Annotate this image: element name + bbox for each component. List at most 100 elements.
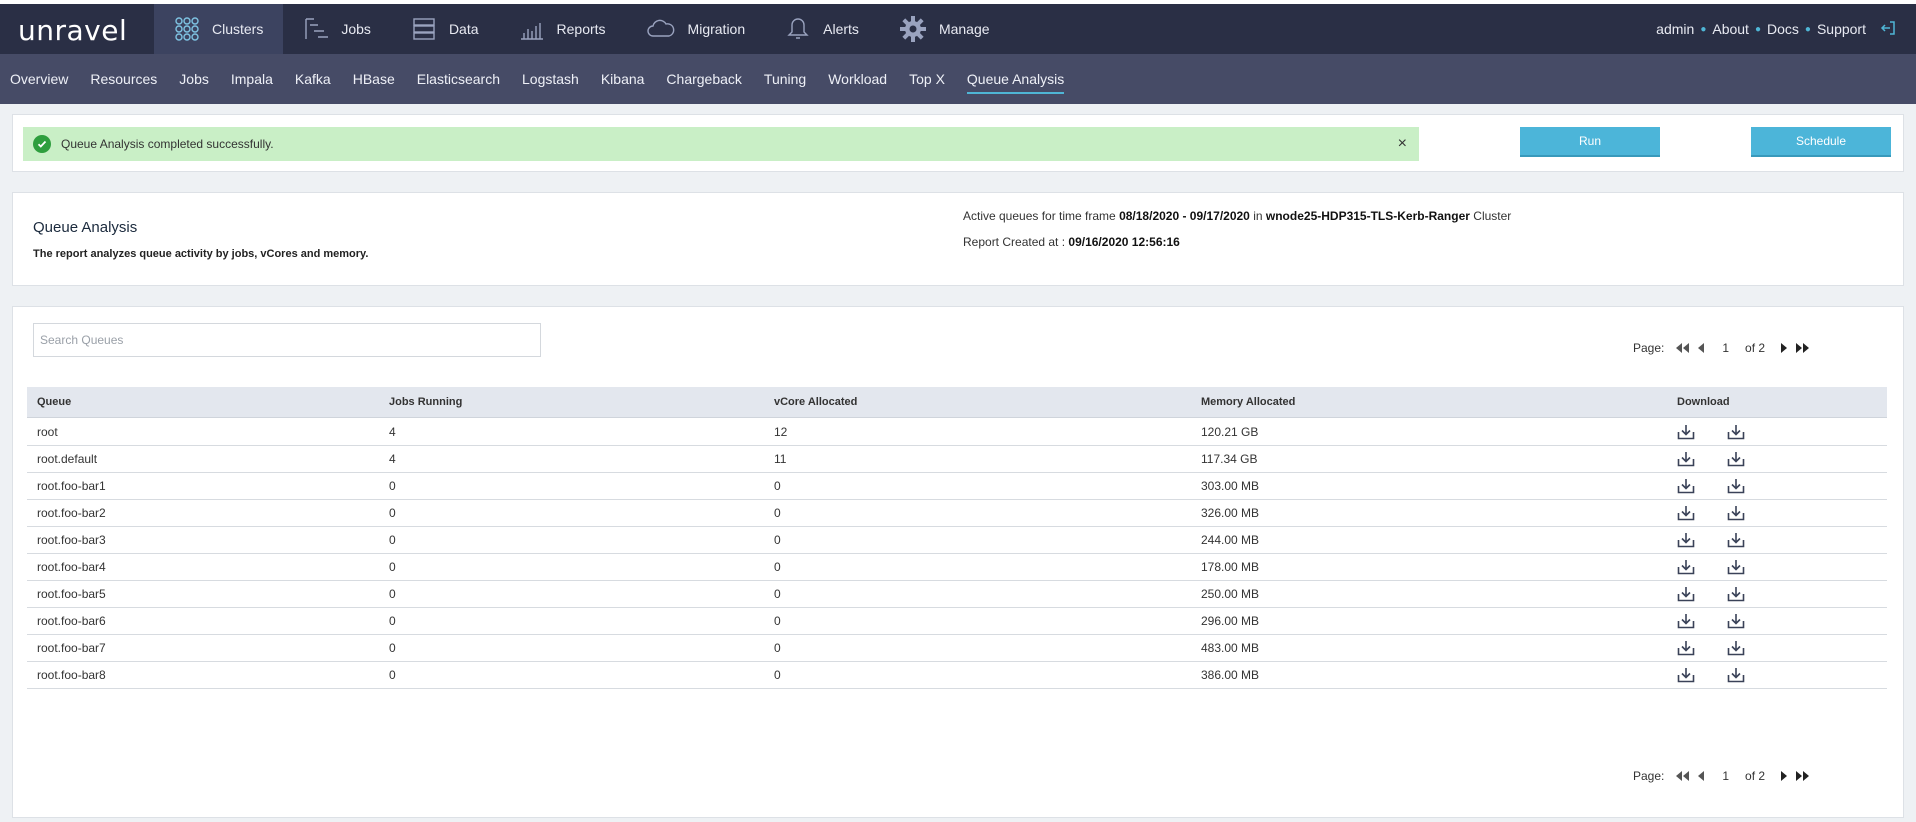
queue-name-cell: root.foo-bar6 [37, 614, 106, 628]
memory-cell: 296.00 MB [1201, 614, 1260, 628]
queue-name-cell: root.foo-bar3 [37, 533, 106, 547]
column-header-memory[interactable]: Memory Allocated [1201, 387, 1295, 417]
created-label: Report Created at : [963, 235, 1066, 249]
tab-queue-analysis[interactable]: Queue Analysis [956, 54, 1075, 104]
schedule-button[interactable]: Schedule [1751, 127, 1891, 157]
timeframe-in: in [1253, 209, 1263, 223]
memory-cell: 120.21 GB [1201, 425, 1259, 439]
download-alt-icon[interactable] [1727, 527, 1745, 553]
unravel-logo[interactable]: unravel [18, 14, 127, 47]
last-page-icon[interactable] [1795, 770, 1811, 782]
download-alt-icon[interactable] [1727, 554, 1745, 580]
separator-dot: ● [1700, 23, 1707, 35]
nav-migration[interactable]: Migration [626, 4, 766, 54]
download-icon[interactable] [1677, 500, 1695, 526]
vcore-cell: 0 [774, 614, 781, 628]
pagination-bottom: Page: 1 of 2 [1633, 769, 1817, 783]
column-header-jobs-running[interactable]: Jobs Running [389, 387, 462, 417]
first-page-icon[interactable] [1674, 342, 1690, 354]
tab-tuning[interactable]: Tuning [753, 54, 817, 104]
report-info-panel: Queue Analysis The report analyzes queue… [12, 192, 1904, 286]
download-icon[interactable] [1677, 608, 1695, 634]
user-links: admin ● About ● Docs ● Support [1656, 4, 1896, 54]
vcore-cell: 0 [774, 587, 781, 601]
jobs-running-cell: 0 [389, 479, 396, 493]
main-nav: Clusters Jobs Data Reports Migration Ale… [154, 4, 1010, 54]
cluster-subnav: Overview Resources Jobs Impala Kafka HBa… [0, 54, 1916, 104]
download-alt-icon[interactable] [1727, 635, 1745, 661]
report-description: The report analyzes queue activity by jo… [33, 248, 369, 260]
table-header: Queue Jobs Running vCore Allocated Memor… [27, 387, 1887, 418]
download-alt-icon[interactable] [1727, 473, 1745, 499]
tab-workload[interactable]: Workload [817, 54, 898, 104]
tab-chargeback[interactable]: Chargeback [655, 54, 753, 104]
about-link[interactable]: About [1712, 21, 1749, 37]
logout-button[interactable] [1880, 20, 1896, 39]
download-icon[interactable] [1677, 635, 1695, 661]
memory-cell: 483.00 MB [1201, 641, 1260, 655]
queue-name-cell: root.foo-bar1 [37, 479, 106, 493]
next-page-icon[interactable] [1779, 342, 1789, 354]
created-info: Report Created at : 09/16/2020 12:56:16 [963, 235, 1180, 249]
download-alt-icon[interactable] [1727, 419, 1745, 445]
column-header-vcore[interactable]: vCore Allocated [774, 387, 857, 417]
download-icon[interactable] [1677, 527, 1695, 553]
current-page[interactable]: 1 [1722, 769, 1729, 783]
nav-data[interactable]: Data [391, 4, 499, 54]
first-page-icon[interactable] [1674, 770, 1690, 782]
current-page[interactable]: 1 [1722, 341, 1729, 355]
tab-resources[interactable]: Resources [79, 54, 168, 104]
nav-clusters[interactable]: Clusters [154, 4, 284, 54]
download-alt-icon[interactable] [1727, 500, 1745, 526]
tab-elasticsearch[interactable]: Elasticsearch [406, 54, 511, 104]
nav-clusters-label: Clusters [212, 21, 264, 37]
memory-cell: 178.00 MB [1201, 560, 1260, 574]
vcore-cell: 0 [774, 641, 781, 655]
download-icon[interactable] [1677, 554, 1695, 580]
download-alt-icon[interactable] [1727, 662, 1745, 688]
download-icon[interactable] [1677, 446, 1695, 472]
download-icon[interactable] [1677, 419, 1695, 445]
download-alt-icon[interactable] [1727, 581, 1745, 607]
prev-page-icon[interactable] [1696, 342, 1706, 354]
nav-manage[interactable]: Manage [879, 4, 1010, 54]
next-page-icon[interactable] [1779, 770, 1789, 782]
memory-cell: 326.00 MB [1201, 506, 1260, 520]
tab-kibana[interactable]: Kibana [590, 54, 656, 104]
search-input[interactable] [33, 323, 541, 357]
column-header-queue[interactable]: Queue [37, 387, 71, 417]
download-alt-icon[interactable] [1727, 608, 1745, 634]
download-icon[interactable] [1677, 581, 1695, 607]
alert-message: Queue Analysis completed successfully. [61, 137, 274, 151]
tab-overview[interactable]: Overview [0, 54, 79, 104]
action-panel: Queue Analysis completed successfully. ×… [12, 114, 1904, 172]
run-button[interactable]: Run [1520, 127, 1660, 157]
nav-reports[interactable]: Reports [499, 4, 626, 54]
vcore-cell: 0 [774, 668, 781, 682]
user-menu[interactable]: admin [1656, 21, 1694, 37]
last-page-icon[interactable] [1795, 342, 1811, 354]
tab-kafka[interactable]: Kafka [284, 54, 342, 104]
download-alt-icon[interactable] [1727, 446, 1745, 472]
tab-impala[interactable]: Impala [220, 54, 284, 104]
support-link[interactable]: Support [1817, 21, 1866, 37]
close-icon[interactable]: × [1398, 135, 1407, 153]
vcore-cell: 0 [774, 533, 781, 547]
tab-top-x[interactable]: Top X [898, 54, 956, 104]
page-label: Page: [1633, 769, 1665, 783]
page-title: Queue Analysis [33, 219, 138, 236]
prev-page-icon[interactable] [1696, 770, 1706, 782]
table-row: root.foo-bar8 0 0 386.00 MB [27, 662, 1887, 689]
nav-data-label: Data [448, 21, 479, 37]
download-icon[interactable] [1677, 662, 1695, 688]
nav-alerts[interactable]: Alerts [765, 4, 879, 54]
jobs-icon [305, 18, 329, 39]
docs-link[interactable]: Docs [1767, 21, 1799, 37]
table-row: root.foo-bar7 0 0 483.00 MB [27, 635, 1887, 662]
tab-hbase[interactable]: HBase [342, 54, 406, 104]
tab-jobs[interactable]: Jobs [168, 54, 220, 104]
queue-table-panel: Page: 1 of 2 Queue Jobs Running vCore Al… [12, 306, 1904, 818]
download-icon[interactable] [1677, 473, 1695, 499]
nav-jobs[interactable]: Jobs [283, 4, 391, 54]
tab-logstash[interactable]: Logstash [511, 54, 590, 104]
